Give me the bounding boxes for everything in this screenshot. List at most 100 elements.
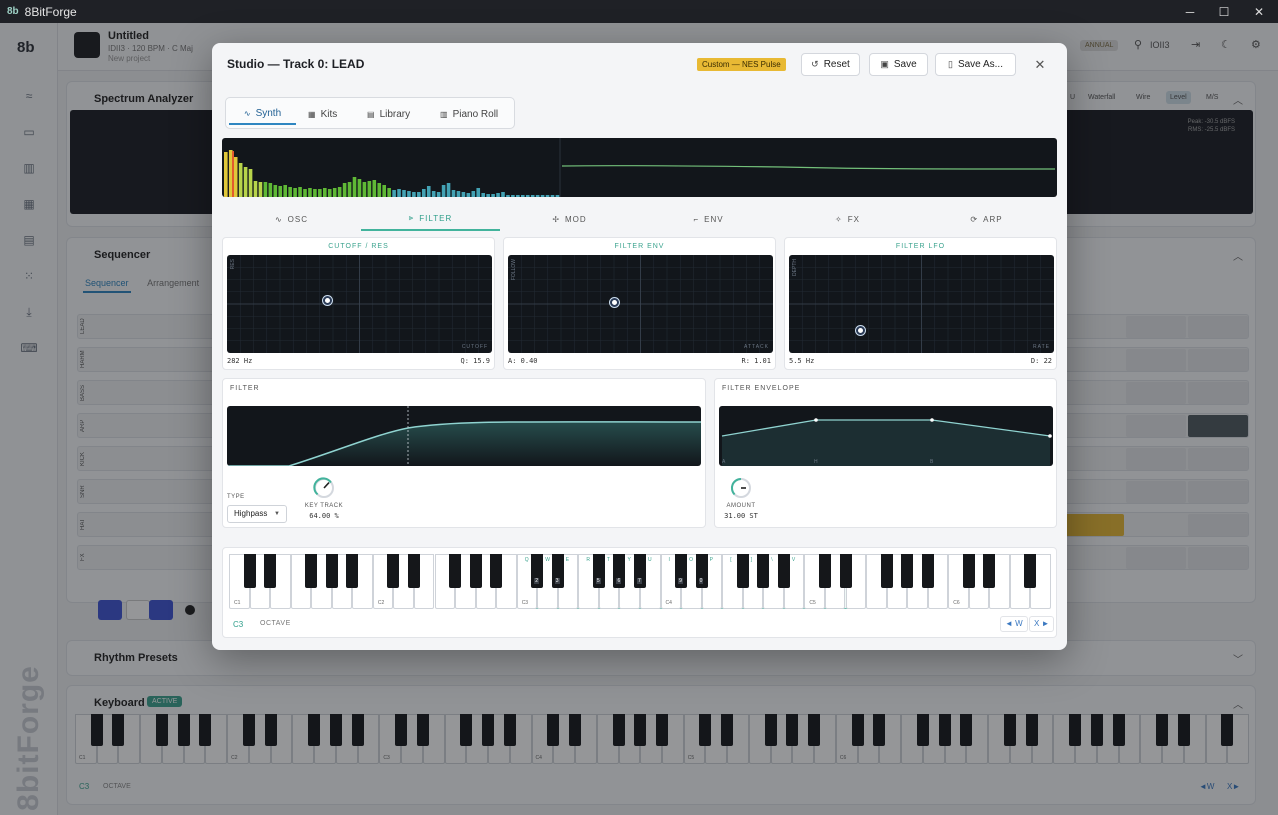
xy-pad-title: FILTER LFO (895, 243, 946, 250)
black-key[interactable] (921, 554, 934, 588)
key-label: C2 (377, 600, 385, 606)
octave-down-button[interactable]: ◄ W (1000, 616, 1028, 632)
black-key[interactable] (346, 554, 359, 588)
resonance-value: Q: 15.9 (460, 357, 490, 365)
black-key-hotkey: 3 (554, 578, 560, 584)
black-key[interactable] (818, 554, 831, 588)
black-key[interactable] (264, 554, 277, 588)
xy-pad-area[interactable]: RES CUTOFF (227, 255, 492, 353)
synth-subtabs: ∿ OSC ⫸ FILTER ✢ MOD ⌐ ENV ✧ FX ⟳ ARP (222, 207, 1057, 231)
key-label: C1 (234, 600, 241, 606)
tab-synth[interactable]: ∿ Synth (229, 103, 296, 125)
key-label: C5 (809, 600, 816, 606)
studio-modal: Studio — Track 0: LEAD Custom — NES Puls… (212, 43, 1067, 650)
xy-pad-handle[interactable] (323, 295, 333, 305)
amount-label: AMOUNT (726, 503, 756, 509)
modal-close-button[interactable]: ✕ (1030, 55, 1050, 75)
key-label: C4 (665, 600, 672, 606)
key-track-value: 64.00 % (309, 512, 339, 520)
xy-y-axis-label: FOLLOW (511, 259, 517, 281)
tab-library[interactable]: ▤ Library (367, 103, 410, 125)
filter-envelope-panel: FILTER ENVELOPE A H B AMOUNT 31.00 ST (714, 378, 1057, 528)
xy-x-axis-label: ATTACK (744, 344, 769, 350)
wave-icon: ∿ (243, 108, 251, 118)
white-key-hotkey: ] (750, 557, 753, 563)
xy-pad-area[interactable]: FOLLOW ATTACK (508, 255, 773, 353)
black-key[interactable] (469, 554, 482, 588)
amount-knob[interactable] (730, 477, 752, 499)
black-key[interactable] (305, 554, 318, 588)
save-icon: ▣ (880, 59, 889, 69)
black-key[interactable] (325, 554, 338, 588)
modal-title: Studio — Track 0: LEAD (227, 57, 365, 71)
reset-button[interactable]: ↺ Reset (801, 53, 860, 76)
xy-pad-cutoff-res: CUTOFF / RES RES CUTOFF 282 Hz Q: 15.9 (222, 237, 495, 370)
black-key[interactable] (777, 554, 790, 588)
piano-keyboard[interactable]: C1 C2 C3 C4 C5 C6 Q W E R T Y U I O P [] \ V 2 3 5 6 7 9 0 (229, 554, 1051, 609)
subtab-env[interactable]: ⌐ ENV (639, 207, 778, 231)
black-key[interactable] (449, 554, 462, 588)
subtab-mod[interactable]: ✢ MOD (500, 207, 639, 231)
filter-envelope-title: FILTER ENVELOPE (722, 385, 801, 392)
black-key-hotkey: 2 (534, 578, 540, 584)
filter-envelope-display[interactable]: A H B (719, 406, 1053, 466)
xy-x-axis-label: CUTOFF (461, 344, 488, 350)
window-close-button[interactable]: ✕ (1242, 0, 1276, 23)
subtab-arp[interactable]: ⟳ ARP (917, 207, 1056, 231)
tab-kits[interactable]: ▦ Kits (308, 103, 337, 125)
white-key-hotkey: R (586, 557, 590, 563)
black-key[interactable] (962, 554, 975, 588)
filter-icon: ⫸ (408, 213, 415, 222)
osc-icon: ∿ (274, 214, 283, 224)
white-key-hotkey: Y (627, 557, 631, 563)
key-label: C6 (953, 600, 960, 606)
subtab-fx[interactable]: ✧ FX (778, 207, 917, 231)
black-key[interactable] (757, 554, 770, 588)
minimize-button[interactable]: ─ (1173, 0, 1207, 23)
tab-piano-roll[interactable]: ▥ Piano Roll (440, 103, 498, 125)
octave-text: OCTAVE (260, 620, 291, 627)
subtab-filter[interactable]: ⫸ FILTER (361, 207, 500, 231)
xy-pad-title: CUTOFF / RES (328, 243, 389, 250)
maximize-button[interactable]: ☐ (1207, 0, 1241, 23)
env-stage-h-label: H (814, 459, 818, 465)
white-key-hotkey: O (689, 557, 693, 563)
envelope-curve (721, 418, 1052, 466)
octave-up-button[interactable]: X ► (1029, 616, 1055, 632)
filter-curve (227, 406, 701, 466)
save-button[interactable]: ▣ Save (869, 53, 928, 76)
xy-pad-handle[interactable] (856, 325, 866, 335)
filter-type-label: TYPE (227, 494, 245, 500)
key-track-knob[interactable] (313, 477, 335, 499)
xy-pad-handle[interactable] (609, 297, 619, 307)
black-key[interactable] (839, 554, 852, 588)
black-key[interactable] (407, 554, 420, 588)
black-key[interactable] (1024, 554, 1037, 588)
studio-tabs: ∿ Synth ▦ Kits ▤ Library ▥ Piano Roll (225, 97, 515, 129)
xy-x-axis-label: RATE (1033, 344, 1050, 350)
window-title: 8BitForge (24, 4, 77, 19)
save-as-button[interactable]: ▯ Save As... (935, 53, 1016, 76)
white-key-hotkey: V (791, 557, 796, 563)
octave-label: C3 (233, 620, 244, 629)
lfo-depth-value: D: 22 (1030, 357, 1052, 365)
grid-icon: ▦ (308, 109, 316, 119)
black-key-hotkey: 0 (698, 578, 704, 584)
env-stage-b-label: B (930, 459, 934, 465)
white-key-hotkey: [ (730, 557, 732, 563)
black-key[interactable] (490, 554, 503, 588)
filter-type-select[interactable]: Highpass ▼ (227, 505, 287, 523)
black-key[interactable] (983, 554, 996, 588)
subtab-osc[interactable]: ∿ OSC (222, 207, 361, 231)
xy-y-axis-label: RES (230, 259, 236, 270)
black-key[interactable] (387, 554, 400, 588)
xy-pad-area[interactable]: DEPTH RATE (789, 255, 1054, 353)
filter-response-display[interactable] (227, 406, 701, 466)
black-key[interactable] (243, 554, 256, 588)
black-key[interactable] (880, 554, 893, 588)
black-key[interactable] (736, 554, 749, 588)
file-icon: ▯ (948, 59, 953, 69)
white-key-hotkey: \ (771, 557, 773, 563)
black-key[interactable] (901, 554, 914, 588)
filter-panel-title: FILTER (230, 385, 260, 392)
